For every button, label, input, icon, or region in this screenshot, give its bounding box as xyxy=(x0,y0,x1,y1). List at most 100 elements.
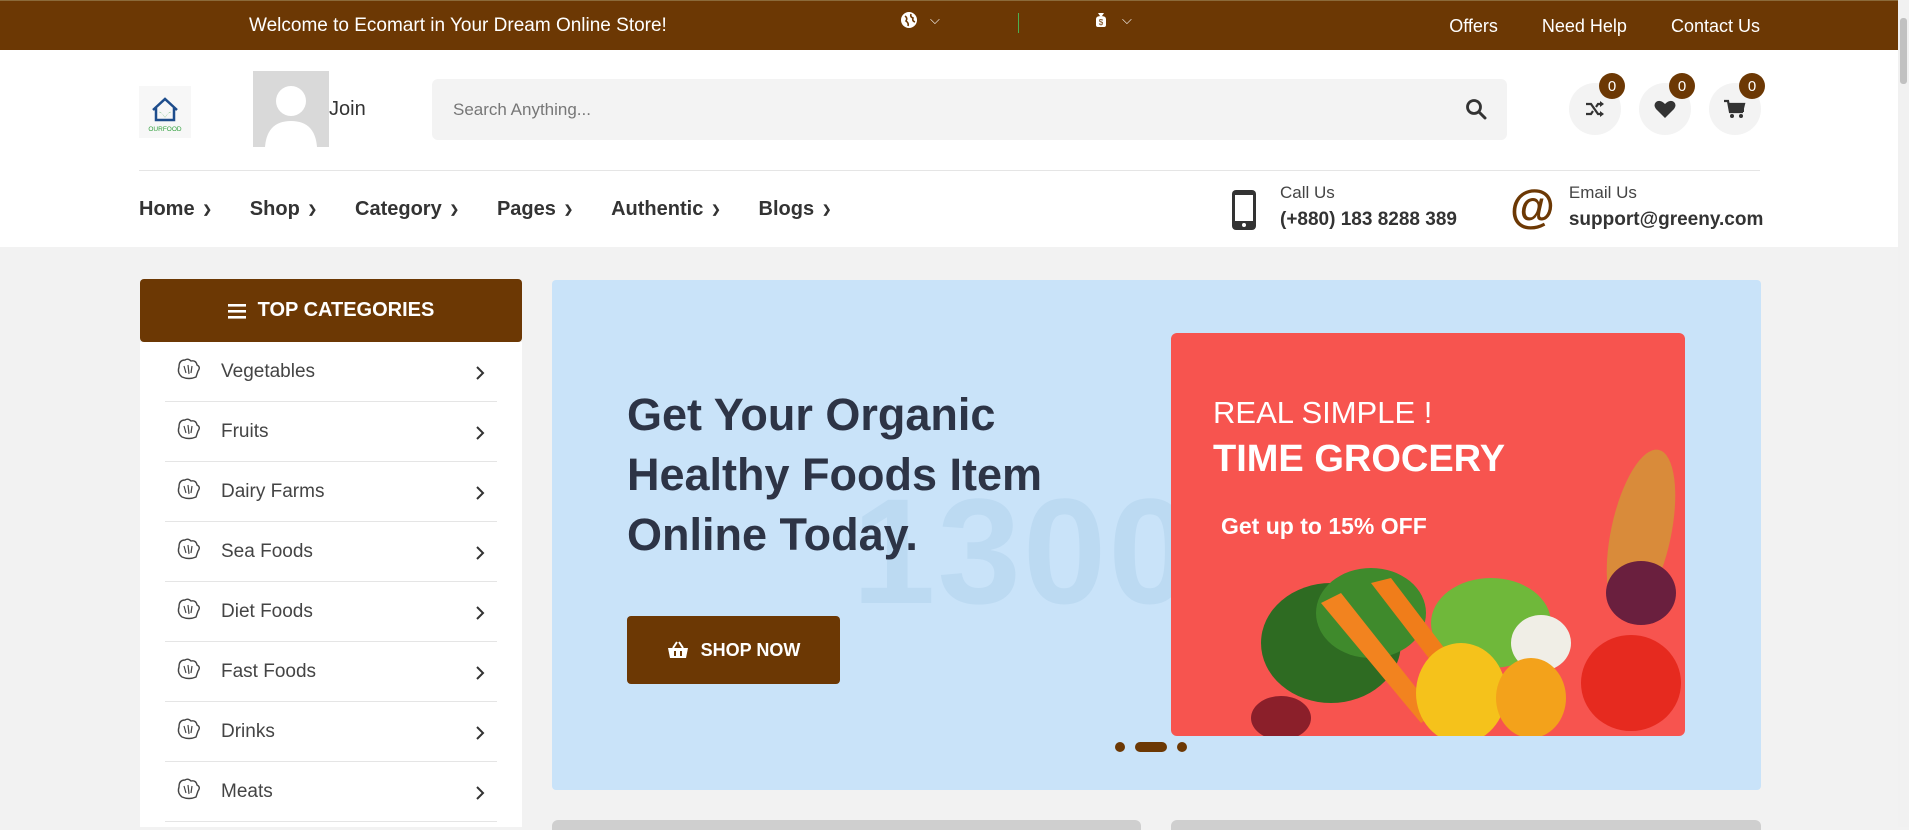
category-label: Diet Foods xyxy=(221,600,313,622)
chevron-right-icon xyxy=(476,364,485,386)
search-icon[interactable] xyxy=(1465,98,1487,120)
category-label: Meats xyxy=(221,780,273,802)
compare-count-badge: 0 xyxy=(1599,73,1625,99)
category-label: Fruits xyxy=(221,420,269,442)
category-item[interactable]: Dairy Farms xyxy=(165,462,497,522)
scrollbar-thumb[interactable] xyxy=(1900,18,1907,84)
phone-icon xyxy=(1232,190,1256,230)
category-item[interactable]: Sea Foods xyxy=(165,522,497,582)
language-dropdown[interactable]: ⌵ xyxy=(900,11,940,29)
nav-item-home[interactable]: Home ❯ xyxy=(139,198,212,221)
nav-label: Home xyxy=(139,198,195,220)
call-us-number: (+880) 183 8288 389 xyxy=(1280,209,1457,230)
category-icon xyxy=(176,537,202,567)
nav-item-authentic[interactable]: Authentic ❯ xyxy=(611,198,720,221)
top-links: Offers Need Help Contact Us xyxy=(1449,16,1760,37)
header-divider xyxy=(139,170,1760,171)
hero-banner: 1300x Get Your Organic Healthy Foods Ite… xyxy=(552,280,1761,790)
category-item[interactable]: Diet Foods xyxy=(165,582,497,642)
nav-label: Authentic xyxy=(611,198,704,220)
nav-item-category[interactable]: Category ❯ xyxy=(355,198,459,221)
basket-icon xyxy=(667,641,688,658)
top-bar: Welcome to Ecomart in Your Dream Online … xyxy=(0,0,1898,50)
search-bar xyxy=(432,79,1507,140)
nav-item-shop[interactable]: Shop ❯ xyxy=(250,198,317,221)
category-item[interactable]: Vegetables xyxy=(165,342,497,402)
house-logo-icon: OURFOOD xyxy=(139,86,191,138)
nav-label: Shop xyxy=(249,198,300,220)
category-label: Fast Foods xyxy=(221,660,317,682)
email-us-block[interactable]: @ Email Us support@greeny.com xyxy=(1510,183,1763,231)
category-label: Vegetables xyxy=(221,360,316,382)
chevron-right-icon xyxy=(476,784,485,806)
welcome-text: Welcome to Ecomart in Your Dream Online … xyxy=(249,15,667,36)
join-link[interactable]: Join xyxy=(329,98,366,121)
cart-button[interactable]: 0 xyxy=(1709,73,1765,135)
chevron-right-icon xyxy=(476,604,485,626)
nav-item-blogs[interactable]: Blogs ❯ xyxy=(759,198,832,221)
category-item[interactable]: Fruits xyxy=(165,402,497,462)
heart-icon xyxy=(1654,100,1676,118)
call-us-label: Call Us xyxy=(1280,183,1335,202)
carousel-dot-1[interactable] xyxy=(1115,742,1125,752)
nav-label: Category xyxy=(355,198,442,220)
avatar[interactable] xyxy=(253,71,329,147)
shop-now-button[interactable]: SHOP NOW xyxy=(627,616,840,684)
nav-label: Blogs xyxy=(758,198,815,220)
nav-label: Pages xyxy=(496,198,556,220)
category-label: Sea Foods xyxy=(221,540,313,562)
category-item[interactable]: Drinks xyxy=(165,702,497,762)
chevron-right-icon xyxy=(476,484,485,506)
svg-text:$: $ xyxy=(1099,18,1104,27)
call-us-block[interactable]: Call Us (+880) 183 8288 389 xyxy=(1230,183,1457,231)
carousel-dots xyxy=(1115,742,1187,752)
offers-link[interactable]: Offers xyxy=(1449,16,1498,37)
cart-count-badge: 0 xyxy=(1739,73,1765,99)
top-categories-header[interactable]: TOP CATEGORIES xyxy=(140,279,522,342)
header: OURFOOD Join 0 0 0 Home ❯ Shop ❯ Category ❯… xyxy=(0,50,1898,247)
category-label: Dairy Farms xyxy=(221,480,325,502)
secondary-banner-left xyxy=(552,820,1141,830)
secondary-banner-right xyxy=(1171,820,1761,830)
at-sign-icon: @ xyxy=(1510,180,1555,232)
carousel-dot-3[interactable] xyxy=(1177,742,1187,752)
chevron-right-icon xyxy=(476,724,485,746)
nav-item-pages[interactable]: Pages ❯ xyxy=(497,198,573,221)
chevron-down-icon: ❯ xyxy=(307,204,318,216)
carousel-dot-2[interactable] xyxy=(1135,742,1167,752)
logo-text: OURFOOD xyxy=(148,126,182,133)
category-label: Drinks xyxy=(221,720,275,742)
globe-icon xyxy=(901,12,917,28)
chevron-right-icon xyxy=(476,544,485,566)
currency-dropdown[interactable]: $ ⌵ xyxy=(1092,11,1132,29)
category-item[interactable]: Meats xyxy=(165,762,497,822)
chevron-down-icon: ❯ xyxy=(711,204,721,216)
vegetables-image xyxy=(1251,449,1681,736)
contact-us-link[interactable]: Contact Us xyxy=(1671,16,1760,37)
chevron-down-icon: ❯ xyxy=(202,204,212,216)
page-scrollbar[interactable] xyxy=(1898,0,1909,827)
promo-image[interactable]: REAL SIMPLE ! TIME GROCERY Get up to 15%… xyxy=(1171,333,1685,736)
chevron-right-icon xyxy=(476,424,485,446)
divider xyxy=(1018,13,1019,33)
category-icon xyxy=(176,417,202,447)
need-help-link[interactable]: Need Help xyxy=(1542,16,1627,37)
category-icon xyxy=(176,777,202,807)
main-nav: Home ❯ Shop ❯ Category ❯ Pages ❯ Authentic ❯ … xyxy=(139,198,869,221)
email-us-label: Email Us xyxy=(1568,183,1637,202)
top-categories-title: TOP CATEGORIES xyxy=(257,299,435,321)
category-icon xyxy=(176,477,202,507)
site-logo[interactable]: OURFOOD xyxy=(139,86,191,138)
chevron-right-icon xyxy=(476,664,485,686)
category-icon xyxy=(176,717,202,747)
category-icon xyxy=(176,357,202,387)
shop-now-label: SHOP NOW xyxy=(700,639,801,660)
wishlist-count-badge: 0 xyxy=(1669,73,1695,99)
email-us-address: support@greeny.com xyxy=(1568,209,1764,230)
chevron-down-icon: ❯ xyxy=(563,204,574,216)
category-item[interactable]: Fast Foods xyxy=(165,642,497,702)
search-input[interactable] xyxy=(432,79,1432,140)
wishlist-button[interactable]: 0 xyxy=(1639,73,1695,135)
compare-button[interactable]: 0 xyxy=(1569,73,1625,135)
money-bag-icon: $ xyxy=(1096,13,1106,27)
